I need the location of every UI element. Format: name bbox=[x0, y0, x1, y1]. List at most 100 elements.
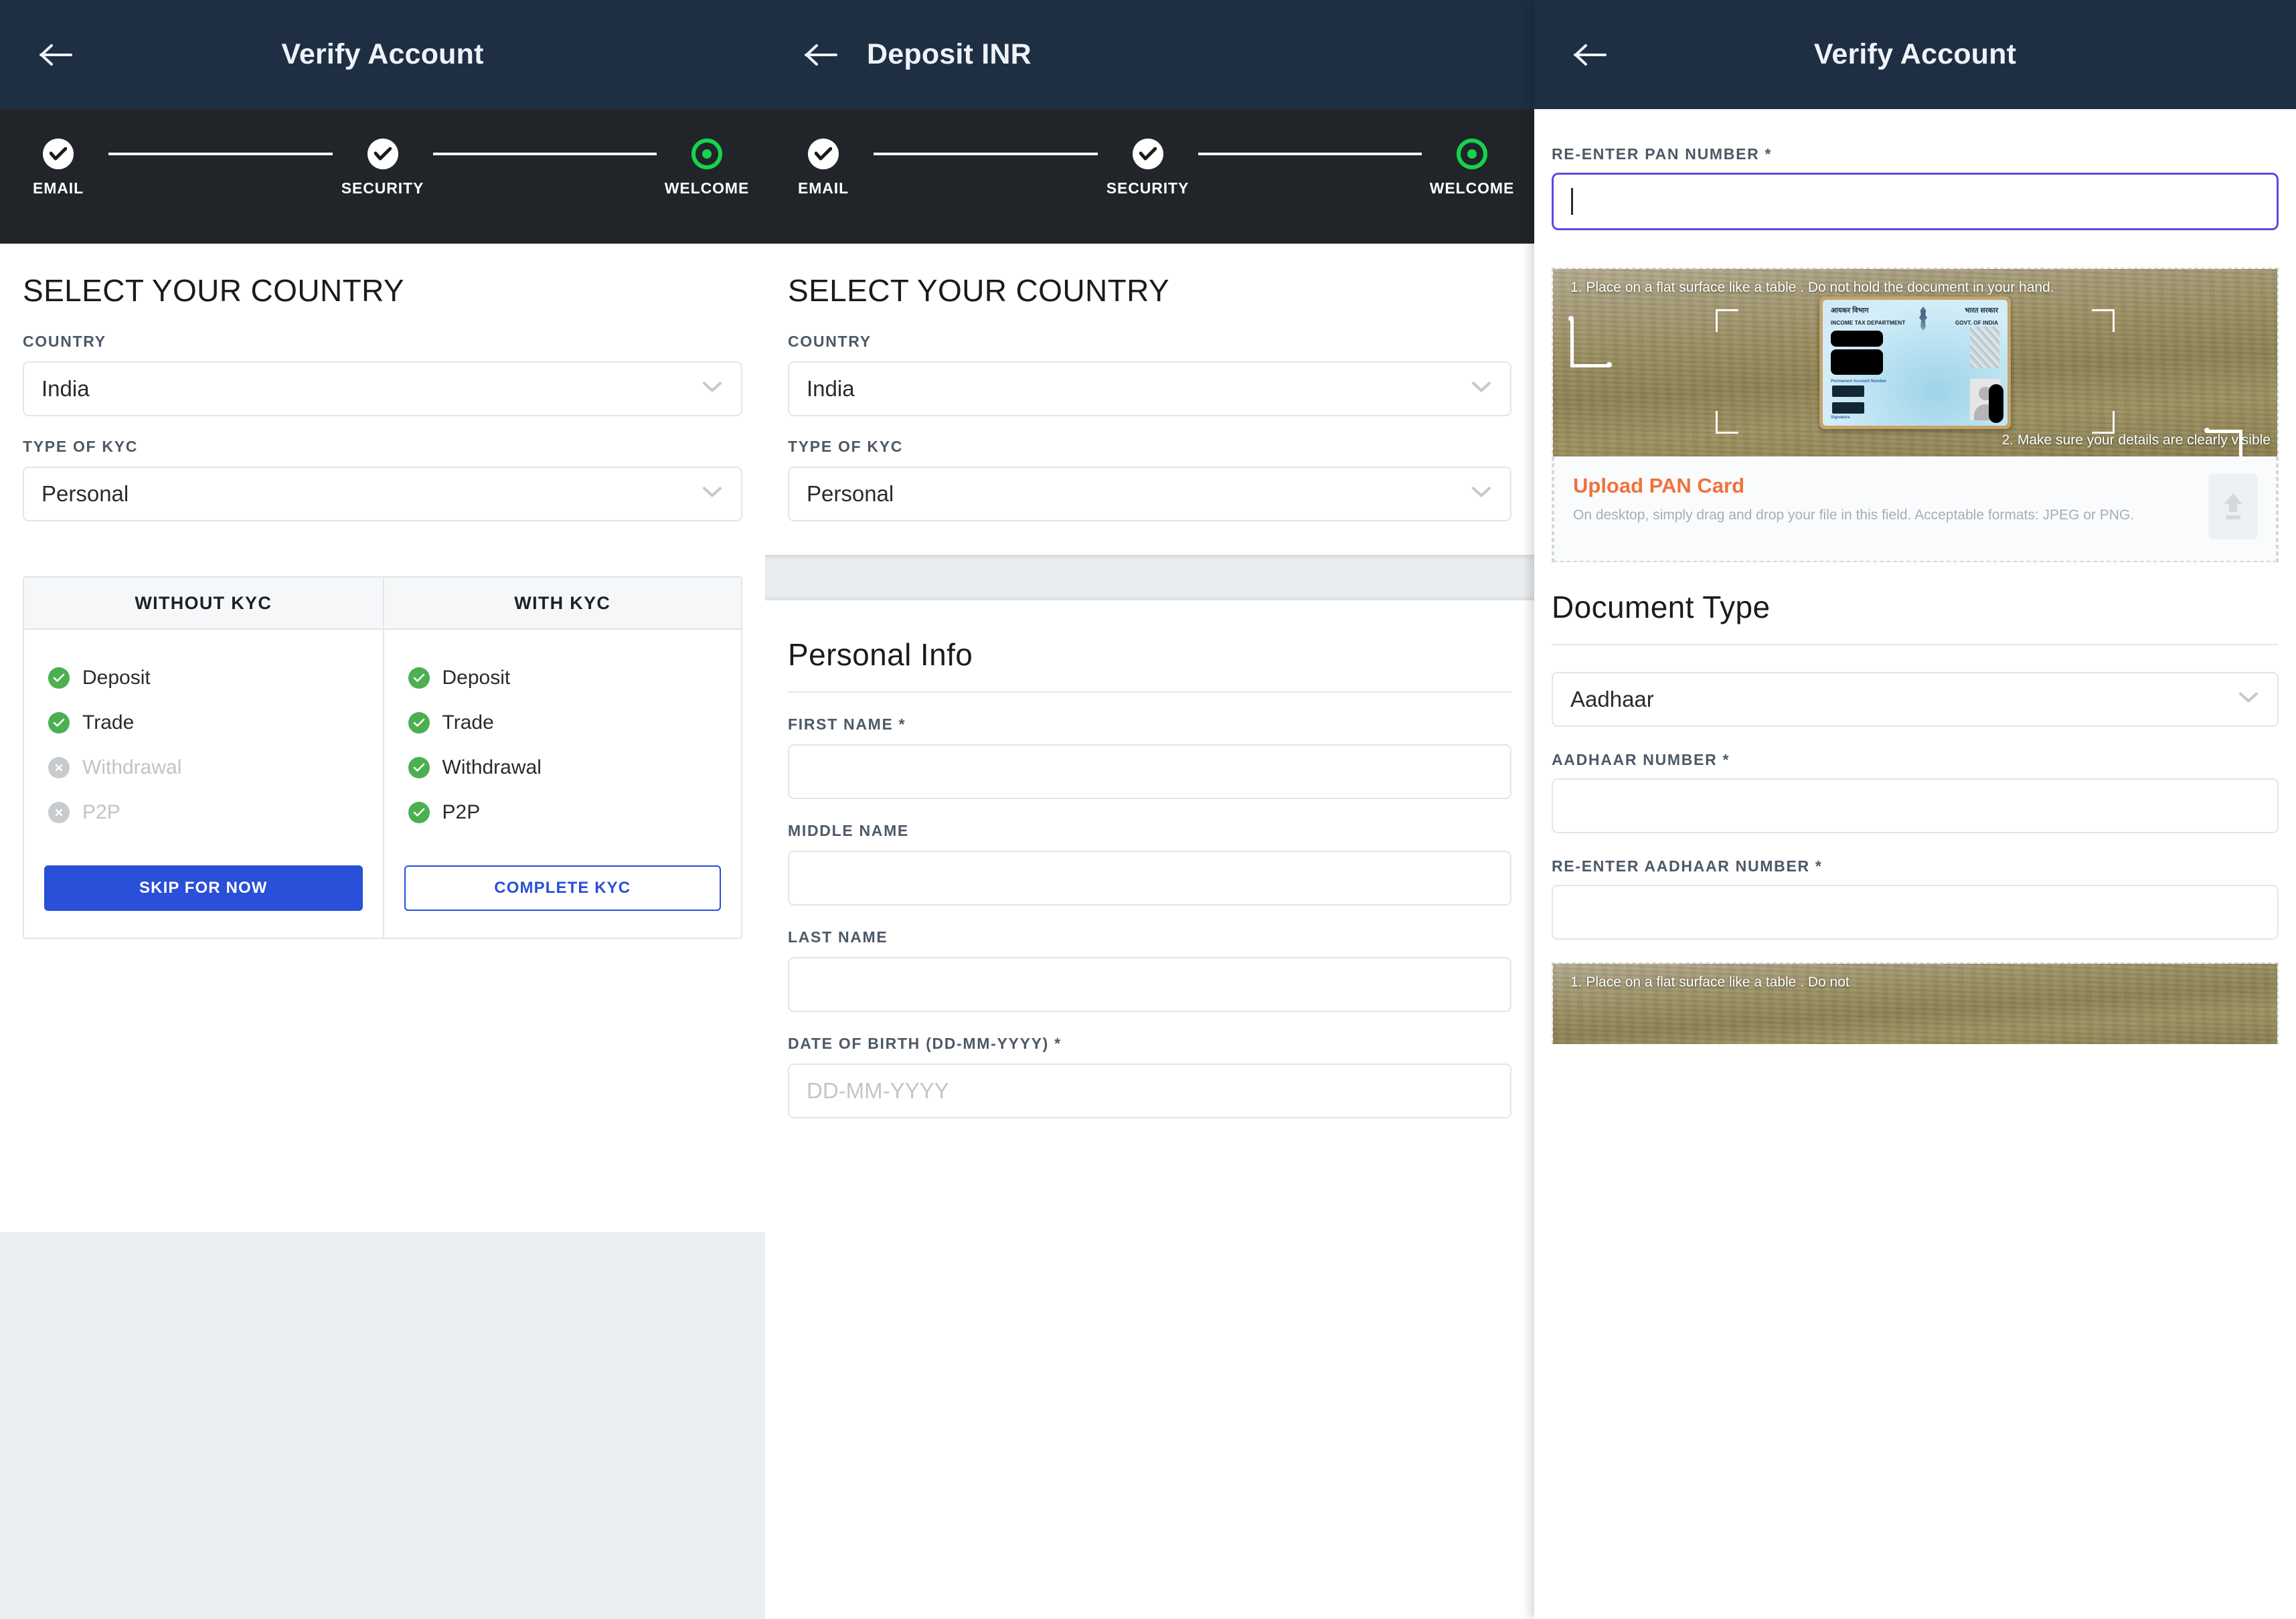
redaction-bar bbox=[1831, 349, 1883, 375]
arrow-left-icon bbox=[805, 44, 837, 66]
panel-deposit-inr: Deposit INR EMAIL SECURITY WELCOME SELEC… bbox=[765, 0, 1562, 1619]
last-name-input[interactable] bbox=[788, 957, 1511, 1012]
list-item-label: Trade bbox=[82, 711, 135, 734]
step-security[interactable]: SECURITY bbox=[1098, 139, 1198, 197]
step-welcome[interactable]: WELCOME bbox=[1422, 139, 1522, 197]
list-item: P2P bbox=[384, 790, 742, 835]
middle-body: SELECT YOUR COUNTRY COUNTRY India TYPE O… bbox=[765, 244, 1534, 1118]
leader-dot bbox=[2204, 428, 2210, 433]
skip-for-now-button[interactable]: SKIP FOR NOW bbox=[44, 865, 363, 911]
leader-line bbox=[1570, 364, 1609, 367]
list-item-label: Trade bbox=[442, 711, 494, 734]
current-step-icon bbox=[691, 139, 722, 169]
frame-corner bbox=[2092, 309, 2115, 332]
right-appbar: Verify Account bbox=[1534, 0, 2296, 109]
check-circle-icon bbox=[408, 667, 430, 689]
check-circle-icon bbox=[48, 711, 70, 734]
frame-corner bbox=[1716, 411, 1738, 434]
country-select[interactable]: India bbox=[23, 361, 742, 416]
step-email[interactable]: EMAIL bbox=[773, 139, 874, 197]
close-circle-icon bbox=[48, 756, 70, 778]
step-label: EMAIL bbox=[32, 179, 84, 197]
kyc-type-label: TYPE OF KYC bbox=[23, 438, 139, 455]
list-item: Deposit bbox=[384, 655, 742, 700]
reenter-aadhaar-input[interactable] bbox=[1552, 885, 2279, 940]
aadhaar-upload-frame: 1. Place on a flat surface like a table … bbox=[1552, 962, 2279, 1044]
check-icon bbox=[1132, 139, 1163, 169]
step-label: EMAIL bbox=[797, 179, 849, 197]
pan-instruction-1: 1. Place on a flat surface like a table … bbox=[1570, 280, 2054, 295]
emblem-icon bbox=[1919, 307, 1927, 331]
back-button[interactable] bbox=[800, 33, 843, 76]
kyc-type-label: TYPE OF KYC bbox=[788, 438, 904, 455]
step-label: SECURITY bbox=[1106, 179, 1190, 197]
panel-verify-account-welcome: Verify Account EMAIL SECURITY WELCOME SE… bbox=[0, 0, 765, 1619]
first-name-label: FIRST NAME * bbox=[788, 715, 906, 733]
pan-hindi-left: आयकर विभाग bbox=[1831, 307, 1869, 315]
aadhaar-sample-photo: 1. Place on a flat surface like a table … bbox=[1553, 964, 2277, 1044]
document-type-select[interactable]: Aadhaar bbox=[1552, 672, 2279, 727]
redaction-bar bbox=[1832, 402, 1864, 414]
check-icon bbox=[808, 139, 839, 169]
stepper-connector bbox=[432, 153, 657, 155]
aadhaar-instruction-1: 1. Place on a flat surface like a table … bbox=[1570, 974, 1850, 990]
reenter-pan-input[interactable] bbox=[1552, 173, 2279, 230]
back-button[interactable] bbox=[1569, 33, 1612, 76]
country-value: India bbox=[807, 376, 855, 401]
step-welcome[interactable]: WELCOME bbox=[657, 139, 757, 197]
kyc-type-select[interactable]: Personal bbox=[788, 466, 1511, 521]
personal-info-heading: Personal Info bbox=[788, 637, 973, 672]
list-item: Trade bbox=[384, 700, 742, 745]
aadhaar-number-label: AADHAAR NUMBER * bbox=[1552, 751, 1730, 768]
upload-button[interactable] bbox=[2209, 474, 2257, 538]
pan-card-image: आयकर विभाग भारत सरकार INCOME TAX DEPARTM… bbox=[1819, 296, 2011, 429]
upload-icon bbox=[2224, 493, 2242, 519]
leader-line bbox=[2239, 430, 2242, 456]
country-select[interactable]: India bbox=[788, 361, 1511, 416]
pan-hindi-right: भारत सरकार bbox=[1965, 307, 1998, 315]
leader-dot bbox=[1568, 316, 1574, 321]
back-button[interactable] bbox=[35, 33, 78, 76]
pan-govt-label: GOVT. OF INDIA bbox=[1955, 320, 1998, 326]
screenshot-stage: Verify Account EMAIL SECURITY WELCOME SE… bbox=[0, 0, 2296, 1619]
first-name-input[interactable] bbox=[788, 744, 1511, 799]
kyc-type-select[interactable]: Personal bbox=[23, 466, 742, 521]
date-of-birth-input[interactable]: DD-MM-YYYY bbox=[788, 1063, 1511, 1118]
step-email[interactable]: EMAIL bbox=[8, 139, 108, 197]
date-of-birth-placeholder: DD-MM-YYYY bbox=[807, 1078, 949, 1103]
step-label: WELCOME bbox=[664, 179, 750, 197]
kyc-type-value: Personal bbox=[42, 481, 129, 506]
page-title: SELECT YOUR COUNTRY bbox=[788, 273, 1169, 308]
check-circle-icon bbox=[48, 667, 70, 689]
current-step-icon bbox=[1457, 139, 1487, 169]
chevron-down-icon bbox=[1471, 381, 1491, 397]
card-separator bbox=[765, 555, 1534, 600]
chevron-down-icon bbox=[702, 381, 722, 397]
chevron-down-icon bbox=[702, 487, 722, 502]
list-item-label: P2P bbox=[442, 800, 481, 823]
pan-instruction-2: 2. Make sure your details are clearly vi… bbox=[2001, 432, 2271, 448]
upload-title: Upload PAN Card bbox=[1573, 474, 1745, 497]
aadhaar-number-input[interactable] bbox=[1552, 778, 2279, 833]
stepper-connector bbox=[874, 153, 1098, 155]
chevron-down-icon bbox=[2238, 692, 2259, 707]
leader-dot bbox=[1607, 362, 1612, 367]
page-title: SELECT YOUR COUNTRY bbox=[23, 273, 404, 308]
text-cursor bbox=[1571, 188, 1573, 215]
stepper-connector bbox=[108, 153, 333, 155]
chevron-down-icon bbox=[1471, 487, 1491, 502]
list-item: Trade bbox=[24, 700, 383, 745]
stepper-connector bbox=[1198, 153, 1422, 155]
document-type-heading: Document Type bbox=[1552, 590, 1771, 624]
country-label: COUNTRY bbox=[788, 333, 872, 350]
redaction-bar bbox=[1832, 386, 1864, 397]
pan-number-label: Permanent Account Number bbox=[1831, 379, 1887, 384]
step-security[interactable]: SECURITY bbox=[333, 139, 433, 197]
personal-info-card: Personal Info FIRST NAME * MIDDLE NAME L… bbox=[765, 600, 1534, 1118]
middle-stepper: EMAIL SECURITY WELCOME bbox=[765, 109, 1562, 244]
middle-name-input[interactable] bbox=[788, 851, 1511, 906]
complete-kyc-button[interactable]: COMPLETE KYC bbox=[404, 865, 721, 911]
left-stepper: EMAIL SECURITY WELCOME bbox=[0, 109, 765, 244]
upload-pan-dropzone[interactable]: Upload PAN Card On desktop, simply drag … bbox=[1553, 456, 2277, 562]
left-appbar: Verify Account bbox=[0, 0, 765, 109]
